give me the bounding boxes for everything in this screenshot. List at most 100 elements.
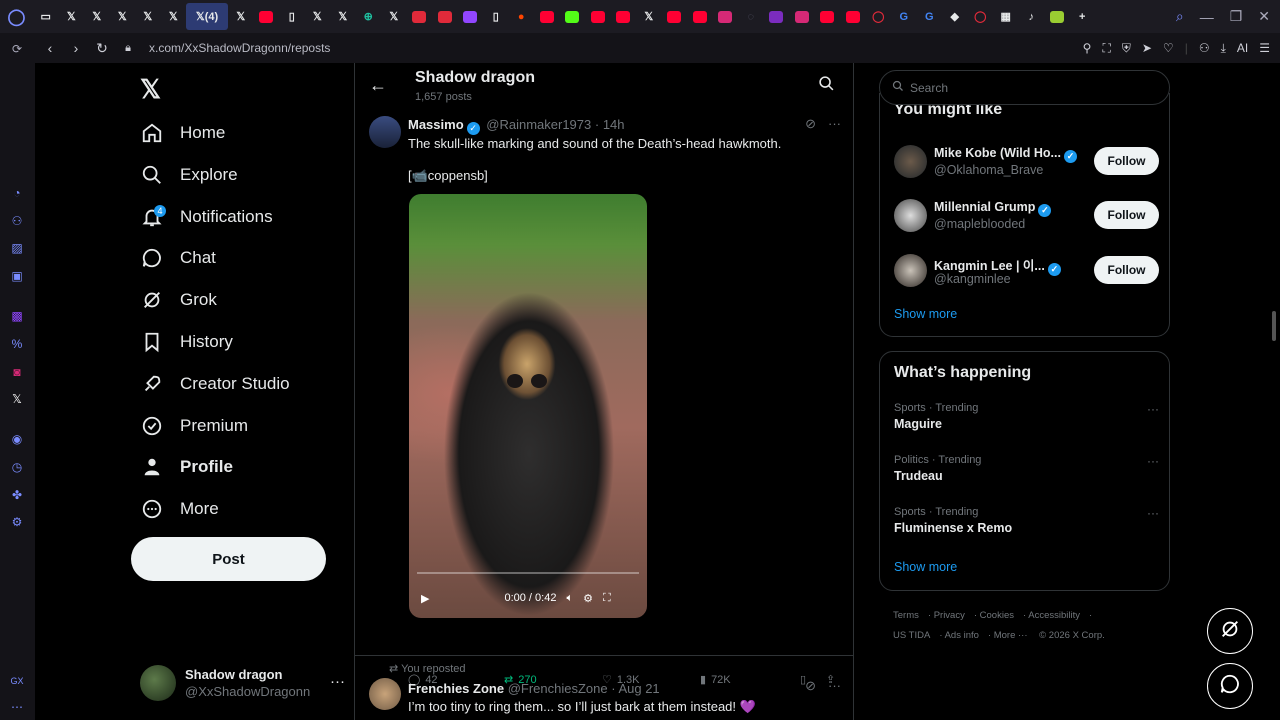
refresh-icon[interactable]: ⟳	[9, 41, 25, 57]
nav-premium[interactable]: Premium	[140, 409, 248, 443]
footer-link[interactable]: Ads info	[945, 630, 979, 641]
grid-tab-icon[interactable]: ▦	[993, 0, 1019, 33]
percent-icon[interactable]: %	[9, 336, 25, 352]
scrollbar-thumb[interactable]	[1272, 311, 1276, 341]
tiktok-tab-icon[interactable]: ♪	[1019, 0, 1045, 33]
post-author[interactable]: Frenchies Zone	[408, 681, 504, 696]
nav-profile[interactable]: Profile	[140, 450, 233, 484]
minimize-icon[interactable]: —	[1200, 9, 1214, 25]
trend-item[interactable]: Sports · Trending Fluminense x Remo ···	[894, 506, 1159, 542]
post-time[interactable]: · Aug 21	[611, 681, 659, 696]
settings-icon[interactable]: ⚙	[583, 592, 593, 605]
tab-icon[interactable]: ◆	[942, 0, 968, 33]
snapshot-icon[interactable]: ⛶	[1102, 41, 1110, 56]
nav-chat[interactable]: Chat	[140, 241, 216, 275]
ai-icon[interactable]: ◔	[9, 185, 25, 201]
tab-icon[interactable]: ◌	[738, 0, 764, 33]
x-tab-icon[interactable]: 𝕏	[161, 0, 187, 33]
suggested-user[interactable]: Mike Kobe (Wild Ho... ✓ @Oklahoma_Brave F…	[894, 143, 1159, 183]
extensions-icon[interactable]: ✤	[9, 487, 25, 503]
nav-history[interactable]: History	[140, 325, 233, 359]
volume-icon[interactable]: 🔈︎	[566, 592, 573, 605]
history-icon[interactable]: ◷	[9, 459, 25, 475]
instagram-icon[interactable]: ◙	[9, 364, 25, 380]
search-input[interactable]: Search	[879, 70, 1170, 105]
bot-icon[interactable]: ⚇	[9, 213, 25, 229]
scrollbar[interactable]	[1268, 63, 1280, 720]
views-button[interactable]: ▮ 72K	[700, 673, 800, 687]
more-icon[interactable]: ···	[1147, 506, 1159, 520]
url-field[interactable]: x.com/XxShadowDragonn/reposts	[149, 41, 330, 55]
footer-link[interactable]: Accessibility	[1028, 610, 1080, 621]
follow-button[interactable]: Follow	[1094, 201, 1159, 229]
youtube-tab-icon[interactable]	[687, 0, 713, 33]
messages-fab[interactable]	[1207, 663, 1253, 709]
youtube-tab-icon[interactable]	[815, 0, 841, 33]
x-tab-icon[interactable]: 𝕏	[110, 0, 136, 33]
more-icon[interactable]: ···	[1147, 402, 1159, 416]
play-icon[interactable]: ▶	[421, 592, 429, 605]
reload-icon[interactable]: ↻	[91, 40, 113, 57]
settings-icon[interactable]: ⚙	[9, 514, 25, 530]
youtube-tab-icon[interactable]	[840, 0, 866, 33]
x-tab-icon[interactable]: 𝕏	[228, 0, 254, 33]
post-handle[interactable]: @FrenchiesZone	[508, 681, 608, 696]
messenger-icon[interactable]: ▣	[9, 268, 25, 284]
footer-link[interactable]: Cookies	[980, 610, 1014, 621]
nav-notifications[interactable]: 4 Notifications	[140, 200, 273, 234]
search-tabs-icon[interactable]: ⌕	[1176, 8, 1184, 25]
video-progress-bar[interactable]	[417, 572, 639, 574]
new-tab-icon[interactable]: +	[1070, 0, 1096, 33]
trend-item[interactable]: Sports · Trending Maguire ···	[894, 402, 1159, 438]
nav-more[interactable]: More	[140, 492, 219, 526]
suggested-user[interactable]: Millennial Grump ✓ @mapleblooded Follow	[894, 197, 1159, 237]
x-tab-icon[interactable]: 𝕏	[84, 0, 110, 33]
x-tab-icon[interactable]: 𝕏	[381, 0, 407, 33]
close-icon[interactable]: ✕	[1258, 8, 1270, 25]
green-app-tab-icon[interactable]	[1044, 0, 1070, 33]
shield-icon[interactable]: ⛨	[1122, 41, 1131, 56]
download-icon[interactable]: ⤓	[1221, 41, 1226, 56]
google-tab-icon[interactable]: G	[917, 0, 943, 33]
search-icon[interactable]	[818, 75, 835, 97]
red-app-tab-icon[interactable]	[432, 0, 458, 33]
x-icon[interactable]: 𝕏	[9, 391, 25, 407]
maximize-icon[interactable]: ❐	[1230, 8, 1243, 25]
opera-tab-icon[interactable]: ◯	[968, 0, 994, 33]
document-tab-icon[interactable]: ▯	[483, 0, 509, 33]
heart-icon[interactable]: ♡	[1163, 41, 1174, 55]
feed-icon[interactable]: ▨	[9, 240, 25, 256]
nav-creator-studio[interactable]: Creator Studio	[140, 367, 290, 401]
active-tab[interactable]: 𝕏 (4)	[186, 3, 228, 30]
post-time[interactable]: · 14h	[595, 117, 625, 132]
more-icon[interactable]: ···	[828, 678, 841, 694]
youtube-tab-icon[interactable]	[585, 0, 611, 33]
avatar[interactable]	[369, 678, 401, 710]
avatar[interactable]	[894, 145, 927, 178]
x-tab-icon[interactable]: 𝕏	[636, 0, 662, 33]
footer-link[interactable]: More ···	[994, 630, 1028, 641]
twitch-tab-icon[interactable]	[458, 0, 484, 33]
twitch-icon[interactable]: ▩	[9, 308, 25, 324]
x-logo-icon[interactable]: 𝕏	[140, 74, 161, 105]
google-tab-icon[interactable]: G	[891, 0, 917, 33]
follow-button[interactable]: Follow	[1094, 147, 1159, 175]
document-tab-icon[interactable]: ▯	[279, 0, 305, 33]
avatar[interactable]	[894, 254, 927, 287]
footer-link[interactable]: Privacy	[934, 610, 965, 621]
trend-item[interactable]: Politics · Trending Trudeau ···	[894, 454, 1159, 490]
youtube-tab-icon[interactable]	[611, 0, 637, 33]
more-icon[interactable]: ···	[828, 116, 841, 132]
back-arrow-icon[interactable]: ←	[369, 75, 387, 96]
reddit-tab-icon[interactable]: ●	[509, 0, 535, 33]
more-icon[interactable]: ···	[330, 673, 345, 690]
purple-app-tab-icon[interactable]	[764, 0, 790, 33]
x-tab-icon[interactable]: 𝕏	[135, 0, 161, 33]
grok-icon[interactable]: ⊘	[805, 116, 816, 132]
grok-fab[interactable]	[1207, 608, 1253, 654]
follow-button[interactable]: Follow	[1094, 256, 1159, 284]
send-icon[interactable]: ➤	[1142, 41, 1152, 55]
opera-logo-icon[interactable]: ◯	[0, 0, 33, 33]
kick-tab-icon[interactable]	[560, 0, 586, 33]
footer-link[interactable]: US TIDA	[893, 630, 930, 641]
